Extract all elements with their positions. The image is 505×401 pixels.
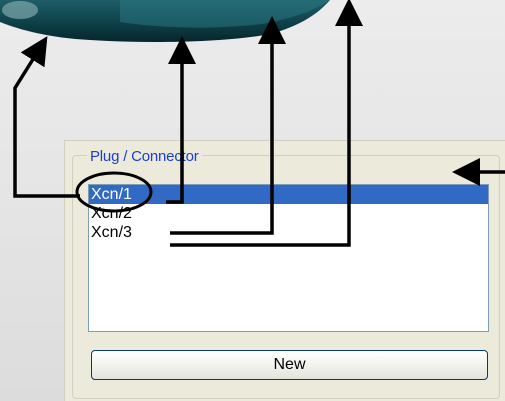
connector-listbox[interactable]: Xcn/1 Xcn/2 Xcn/3 (88, 184, 489, 332)
group-box-legend: Plug / Connector (87, 148, 202, 166)
list-item-xcn-2[interactable]: Xcn/2 (89, 204, 488, 223)
connector-plug-image (0, 0, 330, 42)
new-button[interactable]: New (91, 350, 488, 380)
list-item-xcn-3[interactable]: Xcn/3 (89, 223, 488, 242)
list-item-xcn-1[interactable]: Xcn/1 (89, 185, 488, 204)
connector-panel: Plug / Connector Xcn/1 Xcn/2 Xcn/3 New (64, 140, 505, 401)
